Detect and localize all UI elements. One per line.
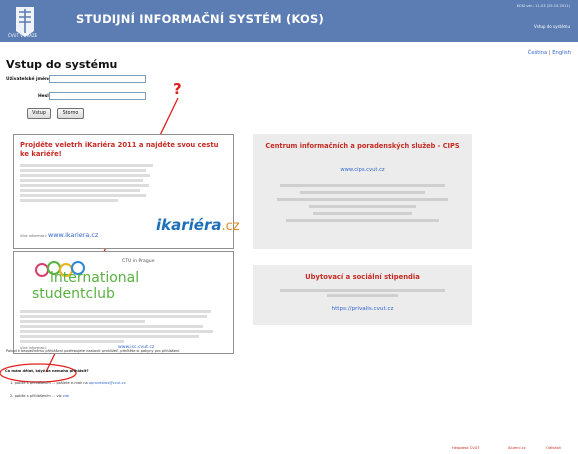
- promo-ubytovani-title: Ubytovací a sociální stipendia: [305, 273, 420, 281]
- isc-logo: CTU in Prague international studentclub: [24, 256, 224, 304]
- annotation-ellipse: [0, 363, 77, 383]
- promo-cips-title: Centrum informačních a poradenských služ…: [265, 142, 460, 150]
- promo-ikariera[interactable]: Projděte veletrh iKariéra 2011 a najděte…: [13, 134, 240, 249]
- promo-ikariera-title: Projděte veletrh iKariéra 2011 a najděte…: [20, 141, 219, 158]
- login-problem-2-text: 2. potíže s přihlášením ... viz: [10, 394, 62, 398]
- promo-ubytovani-body: [277, 287, 448, 299]
- isc-logo-international: international: [50, 270, 140, 286]
- login-problems-heading: Co mám dělat, když se nemohu přihlásit?: [5, 369, 89, 373]
- ikariera-logo: ikariéra.cz: [156, 215, 240, 234]
- promo-cips[interactable]: Centrum informačních a poradenských služ…: [253, 134, 472, 249]
- ikariera-logo-cz: .cz: [221, 219, 240, 234]
- promo-cips-body: [273, 180, 452, 226]
- promo-isc-body: [20, 308, 228, 345]
- ikariera-logo-text: ikariéra: [156, 216, 222, 234]
- promo-ikariera-body: [20, 162, 160, 204]
- login-problem-2: 2. potíže s přihlášením ... viz zde: [10, 394, 570, 398]
- support-email-link[interactable]: apraveskos@cvut.cz: [89, 381, 126, 385]
- browser-notice: Pokud k bezpečnému přihlášení potřebujet…: [6, 349, 181, 353]
- promo-ikariera-web-prefix: Více informací:: [20, 234, 47, 238]
- isc-logo-studentclub: studentclub: [32, 286, 115, 302]
- isc-logo-top: CTU in Prague: [122, 259, 155, 264]
- footer-link-alumni[interactable]: Alumni.cz: [508, 446, 526, 450]
- promo-ubytovani[interactable]: Ubytovací a sociální stipendia https://p…: [253, 265, 472, 325]
- here-link[interactable]: zde: [63, 394, 69, 398]
- footer-link-logout[interactable]: Odhlásit: [546, 446, 561, 450]
- promo-cips-web-link[interactable]: www.cips.cvut.cz: [253, 167, 472, 173]
- login-problem-1-text: 1. potíže s přihlášením ... pošlete e-ma…: [10, 381, 88, 385]
- promo-ikariera-web-link[interactable]: www.ikariera.cz: [48, 231, 98, 239]
- footer-link-helpdesk[interactable]: Helpdesk ČVUT: [452, 446, 480, 450]
- login-problem-1: 1. potíže s přihlášením ... pošlete e-ma…: [10, 381, 570, 385]
- promo-isc[interactable]: CTU in Prague international studentclub …: [13, 251, 234, 354]
- promo-ubytovani-web-link[interactable]: https://privalis.cvut.cz: [253, 306, 472, 312]
